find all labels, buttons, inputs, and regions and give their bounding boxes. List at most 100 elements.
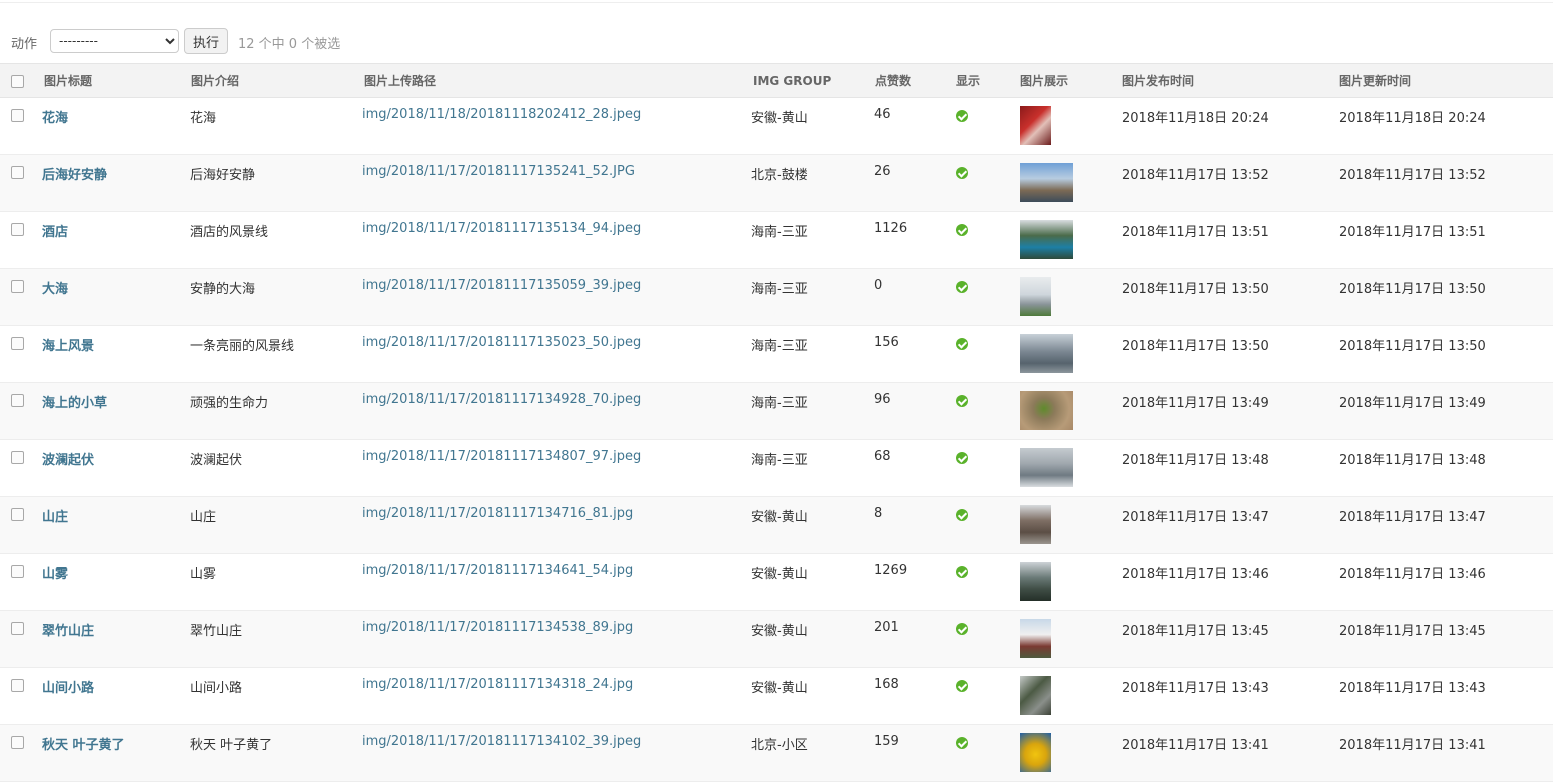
- title-link[interactable]: 海上的小草: [42, 396, 107, 411]
- path-link[interactable]: img/2018/11/17/20181117134318_24.jpg: [362, 677, 633, 692]
- intro-text: 山庄: [190, 510, 217, 525]
- updated-cell: 2018年11月17日 13:52: [1322, 154, 1553, 212]
- path-link[interactable]: img/2018/11/17/20181117135059_39.jpeg: [362, 278, 641, 293]
- row-checkbox[interactable]: [11, 622, 24, 635]
- preview-thumbnail[interactable]: [1020, 505, 1051, 544]
- preview-thumbnail[interactable]: [1020, 733, 1051, 772]
- published-time: 2018年11月17日 13:49: [1122, 396, 1269, 411]
- updated-time: 2018年11月17日 13:47: [1339, 510, 1486, 525]
- column-header-published[interactable]: 图片发布时间: [1105, 63, 1322, 98]
- path-link[interactable]: img/2018/11/17/20181117134538_89.jpg: [362, 620, 633, 635]
- check-circle-icon: [956, 623, 968, 635]
- group-text: 安徽-黄山: [751, 681, 808, 696]
- row-checkbox[interactable]: [11, 109, 24, 122]
- title-cell: 秋天 叶子黄了: [30, 724, 178, 782]
- check-circle-icon: [956, 110, 968, 122]
- title-link[interactable]: 秋天 叶子黄了: [42, 738, 125, 753]
- title-link[interactable]: 波澜起伏: [42, 453, 94, 468]
- likes-count: 0: [874, 278, 883, 293]
- updated-cell: 2018年11月17日 13:50: [1322, 268, 1553, 326]
- title-link[interactable]: 山庄: [42, 510, 68, 525]
- preview-thumbnail[interactable]: [1020, 277, 1051, 316]
- row-checkbox[interactable]: [11, 508, 24, 521]
- preview-thumbnail[interactable]: [1020, 163, 1073, 202]
- column-header-show[interactable]: 显示: [942, 63, 1004, 98]
- title-link[interactable]: 后海好安静: [42, 168, 107, 183]
- title-link[interactable]: 翠竹山庄: [42, 624, 94, 639]
- preview-thumbnail[interactable]: [1020, 334, 1073, 373]
- title-link[interactable]: 山间小路: [42, 681, 94, 696]
- path-cell: img/2018/11/17/20181117135134_94.jpeg: [350, 211, 739, 269]
- preview-thumbnail[interactable]: [1020, 562, 1051, 601]
- likes-count: 8: [874, 506, 883, 521]
- intro-cell: 花海: [178, 97, 350, 155]
- title-cell: 酒店: [30, 211, 178, 269]
- column-header-intro[interactable]: 图片介绍: [178, 63, 350, 98]
- preview-thumbnail[interactable]: [1020, 391, 1073, 430]
- title-cell: 后海好安静: [30, 154, 178, 212]
- group-cell: 海南-三亚: [739, 211, 861, 269]
- row-checkbox[interactable]: [11, 565, 24, 578]
- path-link[interactable]: img/2018/11/17/20181117134102_39.jpeg: [362, 734, 641, 749]
- row-checkbox[interactable]: [11, 394, 24, 407]
- updated-time: 2018年11月17日 13:43: [1339, 681, 1486, 696]
- updated-cell: 2018年11月17日 13:45: [1322, 610, 1553, 668]
- published-cell: 2018年11月17日 13:49: [1105, 382, 1322, 440]
- row-checkbox[interactable]: [11, 736, 24, 749]
- row-checkbox[interactable]: [11, 679, 24, 692]
- row-checkbox[interactable]: [11, 337, 24, 350]
- column-header-updated[interactable]: 图片更新时间: [1322, 63, 1553, 98]
- title-link[interactable]: 大海: [42, 282, 68, 297]
- path-link[interactable]: img/2018/11/17/20181117134641_54.jpg: [362, 563, 633, 578]
- group-cell: 北京-鼓楼: [739, 154, 861, 212]
- intro-cell: 波澜起伏: [178, 439, 350, 497]
- title-link[interactable]: 山雾: [42, 567, 68, 582]
- preview-thumbnail[interactable]: [1020, 448, 1073, 487]
- column-header-likes[interactable]: 点赞数: [861, 63, 942, 98]
- published-time: 2018年11月17日 13:46: [1122, 567, 1269, 582]
- intro-cell: 酒店的风景线: [178, 211, 350, 269]
- title-link[interactable]: 花海: [42, 111, 68, 126]
- intro-text: 后海好安静: [190, 168, 256, 183]
- row-checkbox[interactable]: [11, 223, 24, 236]
- go-button[interactable]: 执行: [184, 28, 228, 54]
- select-all-checkbox[interactable]: [11, 74, 24, 88]
- preview-thumbnail[interactable]: [1020, 106, 1051, 145]
- row-select-cell: [0, 667, 30, 725]
- row-checkbox[interactable]: [11, 166, 24, 179]
- path-link[interactable]: img/2018/11/17/20181117134716_81.jpg: [362, 506, 633, 521]
- path-link[interactable]: img/2018/11/18/20181118202412_28.jpeg: [362, 107, 641, 122]
- column-header-title[interactable]: 图片标题: [30, 63, 178, 98]
- published-cell: 2018年11月17日 13:45: [1105, 610, 1322, 668]
- published-cell: 2018年11月17日 13:47: [1105, 496, 1322, 554]
- select-all-column: [0, 63, 30, 98]
- path-link[interactable]: img/2018/11/17/20181117135241_52.JPG: [362, 164, 635, 179]
- row-checkbox[interactable]: [11, 451, 24, 464]
- path-link[interactable]: img/2018/11/17/20181117135023_50.jpeg: [362, 335, 641, 350]
- title-link[interactable]: 酒店: [42, 225, 68, 240]
- column-header-group[interactable]: IMG GROUP: [739, 63, 861, 98]
- intro-cell: 山庄: [178, 496, 350, 554]
- table-row: 翠竹山庄 翠竹山庄 img/2018/11/17/20181117134538_89…: [0, 610, 1553, 668]
- title-link[interactable]: 海上风景: [42, 339, 94, 354]
- published-cell: 2018年11月17日 13:52: [1105, 154, 1322, 212]
- intro-text: 山雾: [190, 567, 217, 582]
- updated-time: 2018年11月17日 13:41: [1339, 738, 1486, 753]
- preview-thumbnail[interactable]: [1020, 220, 1073, 259]
- action-select[interactable]: ---------: [50, 29, 179, 53]
- preview-thumbnail[interactable]: [1020, 676, 1051, 715]
- likes-count: 159: [874, 734, 899, 749]
- preview-thumbnail[interactable]: [1020, 619, 1051, 658]
- path-link[interactable]: img/2018/11/17/20181117135134_94.jpeg: [362, 221, 641, 236]
- path-link[interactable]: img/2018/11/17/20181117134928_70.jpeg: [362, 392, 641, 407]
- row-checkbox[interactable]: [11, 280, 24, 293]
- group-text: 海南-三亚: [751, 339, 808, 354]
- title-cell: 大海: [30, 268, 178, 326]
- table-row: 山间小路 山间小路 img/2018/11/17/20181117134318_24…: [0, 667, 1553, 725]
- updated-time: 2018年11月17日 13:49: [1339, 396, 1486, 411]
- column-header-path[interactable]: 图片上传路径: [350, 63, 739, 98]
- intro-cell: 秋天 叶子黄了: [178, 724, 350, 782]
- group-cell: 安徽-黄山: [739, 496, 861, 554]
- path-link[interactable]: img/2018/11/17/20181117134807_97.jpeg: [362, 449, 641, 464]
- preview-cell: [1004, 97, 1105, 155]
